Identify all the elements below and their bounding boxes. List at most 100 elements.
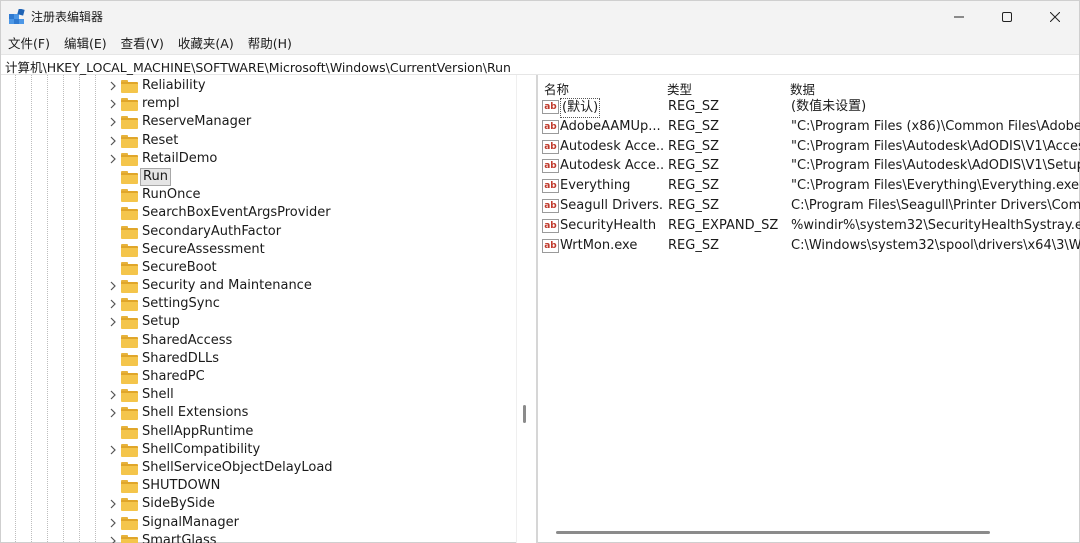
value-row[interactable]: ab WrtMon.exe REG_SZ C:\Windows\system32\sp…	[538, 236, 1080, 256]
chevron-right-icon[interactable]	[107, 533, 119, 543]
column-header-name[interactable]: 名称	[544, 79, 569, 98]
tree-item[interactable]: SharedDLLs	[1, 350, 518, 368]
tree-item-label[interactable]: RetailDemo	[142, 150, 217, 168]
tree-scrollbar[interactable]	[516, 75, 536, 543]
value-row[interactable]: ab Seagull Drivers... REG_SZ C:\Program Fil…	[538, 196, 1080, 216]
tree-item[interactable]: ShellAppRuntime	[1, 423, 518, 441]
tree-item-label[interactable]: SecondaryAuthFactor	[142, 223, 281, 241]
value-row[interactable]: ab Everything REG_SZ "C:\Program Files\Ever…	[538, 176, 1080, 196]
value-horizontal-scrollbar-thumb[interactable]	[556, 531, 990, 534]
tree-item-label[interactable]: SHUTDOWN	[142, 477, 220, 495]
menu-view[interactable]: 查看(V)	[114, 33, 171, 54]
chevron-right-icon[interactable]	[107, 442, 119, 458]
tree-item-label[interactable]: Reset	[142, 132, 178, 150]
minimize-button[interactable]	[935, 1, 983, 33]
tree-item-label[interactable]: ReserveManager	[142, 113, 251, 131]
close-button[interactable]	[1031, 1, 1079, 33]
value-row[interactable]: ab Autodesk Acce... REG_SZ "C:\Program File…	[538, 137, 1080, 157]
tree-item[interactable]: Shell Extensions	[1, 404, 518, 422]
tree-item[interactable]: RetailDemo	[1, 150, 518, 168]
tree-item[interactable]: Security and Maintenance	[1, 277, 518, 295]
tree-item[interactable]: SHUTDOWN	[1, 477, 518, 495]
value-name[interactable]: Autodesk Acce...	[560, 157, 664, 175]
value-row[interactable]: ab AdobeAAMUp... REG_SZ "C:\Program Files (…	[538, 117, 1080, 137]
tree-item[interactable]: rempl	[1, 95, 518, 113]
chevron-right-icon[interactable]	[107, 515, 119, 531]
tree-item[interactable]: SharedPC	[1, 368, 518, 386]
menu-help[interactable]: 帮助(H)	[241, 33, 299, 54]
tree-item[interactable]: SmartGlass	[1, 532, 518, 543]
chevron-right-icon[interactable]	[107, 96, 119, 112]
tree-item-label[interactable]: SecureAssessment	[142, 241, 265, 259]
tree-item[interactable]: SideBySide	[1, 495, 518, 513]
tree-item-label[interactable]: SecureBoot	[142, 259, 217, 277]
menu-edit[interactable]: 编辑(E)	[57, 33, 114, 54]
tree-item-label[interactable]: SharedPC	[142, 368, 205, 386]
value-name[interactable]: Seagull Drivers...	[560, 197, 664, 215]
column-header-type[interactable]: 类型	[667, 79, 692, 98]
menu-file[interactable]: 文件(F)	[1, 33, 57, 54]
chevron-right-icon[interactable]	[107, 278, 119, 294]
value-name[interactable]: (默认)	[560, 98, 601, 118]
value-data: "C:\Program Files\Autodesk\AdODIS\V1\Set…	[791, 158, 1080, 174]
tree-item-label[interactable]: Shell	[142, 386, 174, 404]
tree-item-label[interactable]: SmartGlass	[142, 532, 217, 543]
tree-item[interactable]: SignalManager	[1, 514, 518, 532]
tree-item[interactable]: SettingSync	[1, 295, 518, 313]
address-bar[interactable]: 计算机\HKEY_LOCAL_MACHINE\SOFTWARE\Microsof…	[1, 54, 1079, 75]
tree-item-label[interactable]: SignalManager	[142, 514, 239, 532]
value-name[interactable]: SecurityHealth	[560, 217, 664, 235]
column-header-data[interactable]: 数据	[790, 79, 815, 98]
tree-item[interactable]: SecondaryAuthFactor	[1, 223, 518, 241]
value-name[interactable]: WrtMon.exe	[560, 237, 664, 255]
value-row[interactable]: ab SecurityHealth REG_EXPAND_SZ %windir%\sy…	[538, 216, 1080, 236]
tree-item-label[interactable]: rempl	[142, 95, 180, 113]
tree-item[interactable]: ShellServiceObjectDelayLoad	[1, 459, 518, 477]
tree-item-label[interactable]: ShellAppRuntime	[142, 423, 253, 441]
tree-item[interactable]: Reliability	[1, 77, 518, 95]
address-path[interactable]: 计算机\HKEY_LOCAL_MACHINE\SOFTWARE\Microsof…	[5, 57, 511, 76]
tree-item-label[interactable]: Run	[140, 167, 171, 186]
tree-item[interactable]: Setup	[1, 313, 518, 331]
tree-item[interactable]: SharedAccess	[1, 332, 518, 350]
menu-favorites[interactable]: 收藏夹(A)	[171, 33, 241, 54]
tree-item[interactable]: SearchBoxEventArgsProvider	[1, 204, 518, 222]
tree-item-label[interactable]: ShellServiceObjectDelayLoad	[142, 459, 333, 477]
value-name[interactable]: Everything	[560, 177, 664, 195]
chevron-right-icon[interactable]	[107, 114, 119, 130]
chevron-right-icon[interactable]	[107, 296, 119, 312]
tree-item[interactable]: SecureAssessment	[1, 241, 518, 259]
tree-item[interactable]: RunOnce	[1, 186, 518, 204]
tree-item[interactable]: ShellCompatibility	[1, 441, 518, 459]
value-row[interactable]: ab (默认) REG_SZ (数值未设置)	[538, 97, 1080, 118]
tree-item[interactable]: SecureBoot	[1, 259, 518, 277]
tree-item-label[interactable]: Security and Maintenance	[142, 277, 312, 295]
maximize-button[interactable]	[983, 1, 1031, 33]
chevron-right-icon[interactable]	[107, 151, 119, 167]
value-row[interactable]: ab Autodesk Acce... REG_SZ "C:\Program File…	[538, 156, 1080, 176]
tree-scrollbar-thumb[interactable]	[523, 405, 526, 423]
chevron-right-icon[interactable]	[107, 387, 119, 403]
tree-item[interactable]: Reset	[1, 132, 518, 150]
chevron-right-icon[interactable]	[107, 133, 119, 149]
tree-item-label[interactable]: SideBySide	[142, 495, 215, 513]
chevron-right-icon[interactable]	[107, 405, 119, 421]
chevron-right-icon[interactable]	[107, 78, 119, 94]
tree-item-label[interactable]: SharedDLLs	[142, 350, 219, 368]
tree-item-label[interactable]: Setup	[142, 313, 180, 331]
tree-item-label[interactable]: SharedAccess	[142, 332, 232, 350]
value-name[interactable]: AdobeAAMUp...	[560, 118, 664, 136]
tree-item-label[interactable]: ShellCompatibility	[142, 441, 260, 459]
tree-item-label[interactable]: RunOnce	[142, 186, 201, 204]
registry-editor-window: 注册表编辑器 文件(F) 编辑(E) 查看(V) 收藏夹(A) 帮助(H) 计算…	[0, 0, 1080, 543]
value-name[interactable]: Autodesk Acce...	[560, 138, 664, 156]
tree-item-label[interactable]: SettingSync	[142, 295, 220, 313]
tree-item[interactable]: Shell	[1, 386, 518, 404]
tree-item[interactable]: Run	[1, 167, 518, 186]
tree-item[interactable]: ReserveManager	[1, 113, 518, 131]
chevron-right-icon[interactable]	[107, 314, 119, 330]
tree-item-label[interactable]: Reliability	[142, 77, 206, 95]
tree-item-label[interactable]: Shell Extensions	[142, 404, 248, 422]
chevron-right-icon[interactable]	[107, 496, 119, 512]
tree-item-label[interactable]: SearchBoxEventArgsProvider	[142, 204, 331, 222]
